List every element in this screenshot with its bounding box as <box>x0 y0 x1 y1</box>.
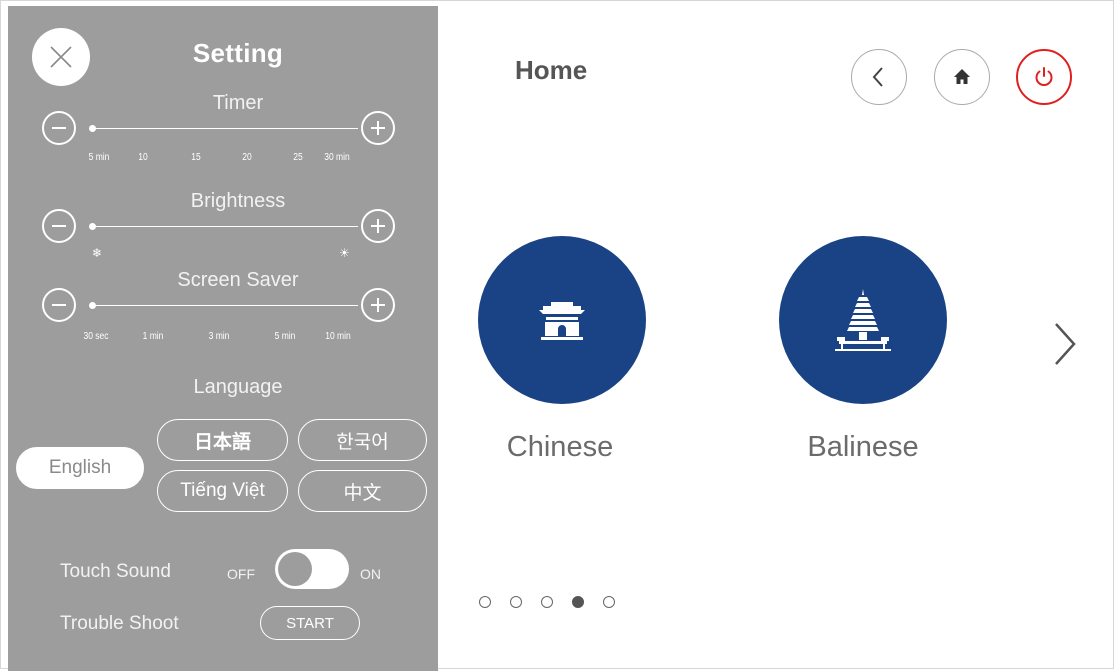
minus-icon <box>52 225 66 227</box>
timer-tick: 20 <box>242 152 252 163</box>
brightness-slider[interactable] <box>89 221 358 233</box>
chevron-left-icon <box>872 67 883 87</box>
trouble-shoot-start-button[interactable]: START <box>260 606 360 640</box>
screen-saver-tick: 30 sec <box>83 331 109 342</box>
minus-icon <box>52 127 66 129</box>
brightness-plus-button[interactable] <box>361 209 395 243</box>
slider-thumb[interactable] <box>89 302 96 309</box>
power-icon <box>1035 67 1053 86</box>
cuisine-chinese-button[interactable] <box>478 236 646 404</box>
cuisine-balinese-label: Balinese <box>807 431 919 463</box>
plus-icon <box>371 121 385 135</box>
page-dot[interactable] <box>510 596 522 608</box>
page-dot[interactable] <box>541 596 553 608</box>
timer-tick: 30 min <box>324 152 350 163</box>
timer-minus-button[interactable] <box>42 111 76 145</box>
screen-saver-minus-button[interactable] <box>42 288 76 322</box>
screen-saver-tick: 3 min <box>208 331 230 342</box>
touch-sound-toggle[interactable] <box>275 549 349 589</box>
language-option-vietnamese[interactable]: Tiếng Việt <box>157 470 288 512</box>
timer-tick: 15 <box>191 152 201 163</box>
settings-panel: Setting Timer 5 min 10 15 20 25 30 min B… <box>8 6 438 671</box>
page-indicator <box>479 596 615 608</box>
screen-saver-tick: 1 min <box>142 331 164 342</box>
timer-slider[interactable] <box>89 123 358 135</box>
screen-saver-plus-button[interactable] <box>361 288 395 322</box>
timer-tick: 25 <box>293 152 303 163</box>
back-button[interactable] <box>851 49 907 105</box>
language-option-korean[interactable]: 한국어 <box>298 419 427 461</box>
page-dot-active[interactable] <box>572 596 584 608</box>
touch-sound-off-label: OFF <box>227 566 255 582</box>
language-title: Language <box>193 376 283 398</box>
page-dot[interactable] <box>603 596 615 608</box>
timer-tick: 10 <box>138 152 148 163</box>
touch-sound-label: Touch Sound <box>60 561 171 582</box>
language-option-japanese[interactable]: 日本語 <box>157 419 288 461</box>
timer-plus-button[interactable] <box>361 111 395 145</box>
screen-saver-tick: 10 min <box>325 331 351 342</box>
home-icon <box>954 69 970 84</box>
cuisine-chinese-label: Chinese <box>506 431 614 463</box>
slider-track <box>92 305 358 306</box>
language-option-english[interactable]: English <box>16 447 144 489</box>
next-page-button[interactable] <box>1046 318 1082 370</box>
power-button[interactable] <box>1016 49 1072 105</box>
chinese-gate-icon <box>539 302 585 340</box>
brightness-minus-button[interactable] <box>42 209 76 243</box>
plus-icon <box>371 298 385 312</box>
touch-sound-on-label: ON <box>360 566 381 582</box>
language-option-chinese[interactable]: 中文 <box>298 470 427 512</box>
chevron-right-icon <box>1055 323 1076 365</box>
cuisine-balinese-button[interactable] <box>779 236 947 404</box>
plus-icon <box>371 219 385 233</box>
slider-track <box>92 128 358 129</box>
page-title: Home <box>515 55 588 85</box>
home-button[interactable] <box>934 49 990 105</box>
screen-saver-tick: 5 min <box>274 331 296 342</box>
screen-saver-slider[interactable] <box>89 300 358 312</box>
minus-icon <box>52 304 66 306</box>
trouble-shoot-label: Trouble Shoot <box>60 613 179 634</box>
brightness-high-icon: ☀ <box>339 246 350 260</box>
toggle-knob <box>278 552 312 586</box>
brightness-low-icon: ❄ <box>92 246 103 260</box>
slider-thumb[interactable] <box>89 125 96 132</box>
settings-title: Setting <box>192 38 284 68</box>
slider-track <box>92 226 358 227</box>
page-dot[interactable] <box>479 596 491 608</box>
balinese-pagoda-icon <box>835 289 891 351</box>
timer-tick: 5 min <box>88 152 110 163</box>
slider-thumb[interactable] <box>89 223 96 230</box>
